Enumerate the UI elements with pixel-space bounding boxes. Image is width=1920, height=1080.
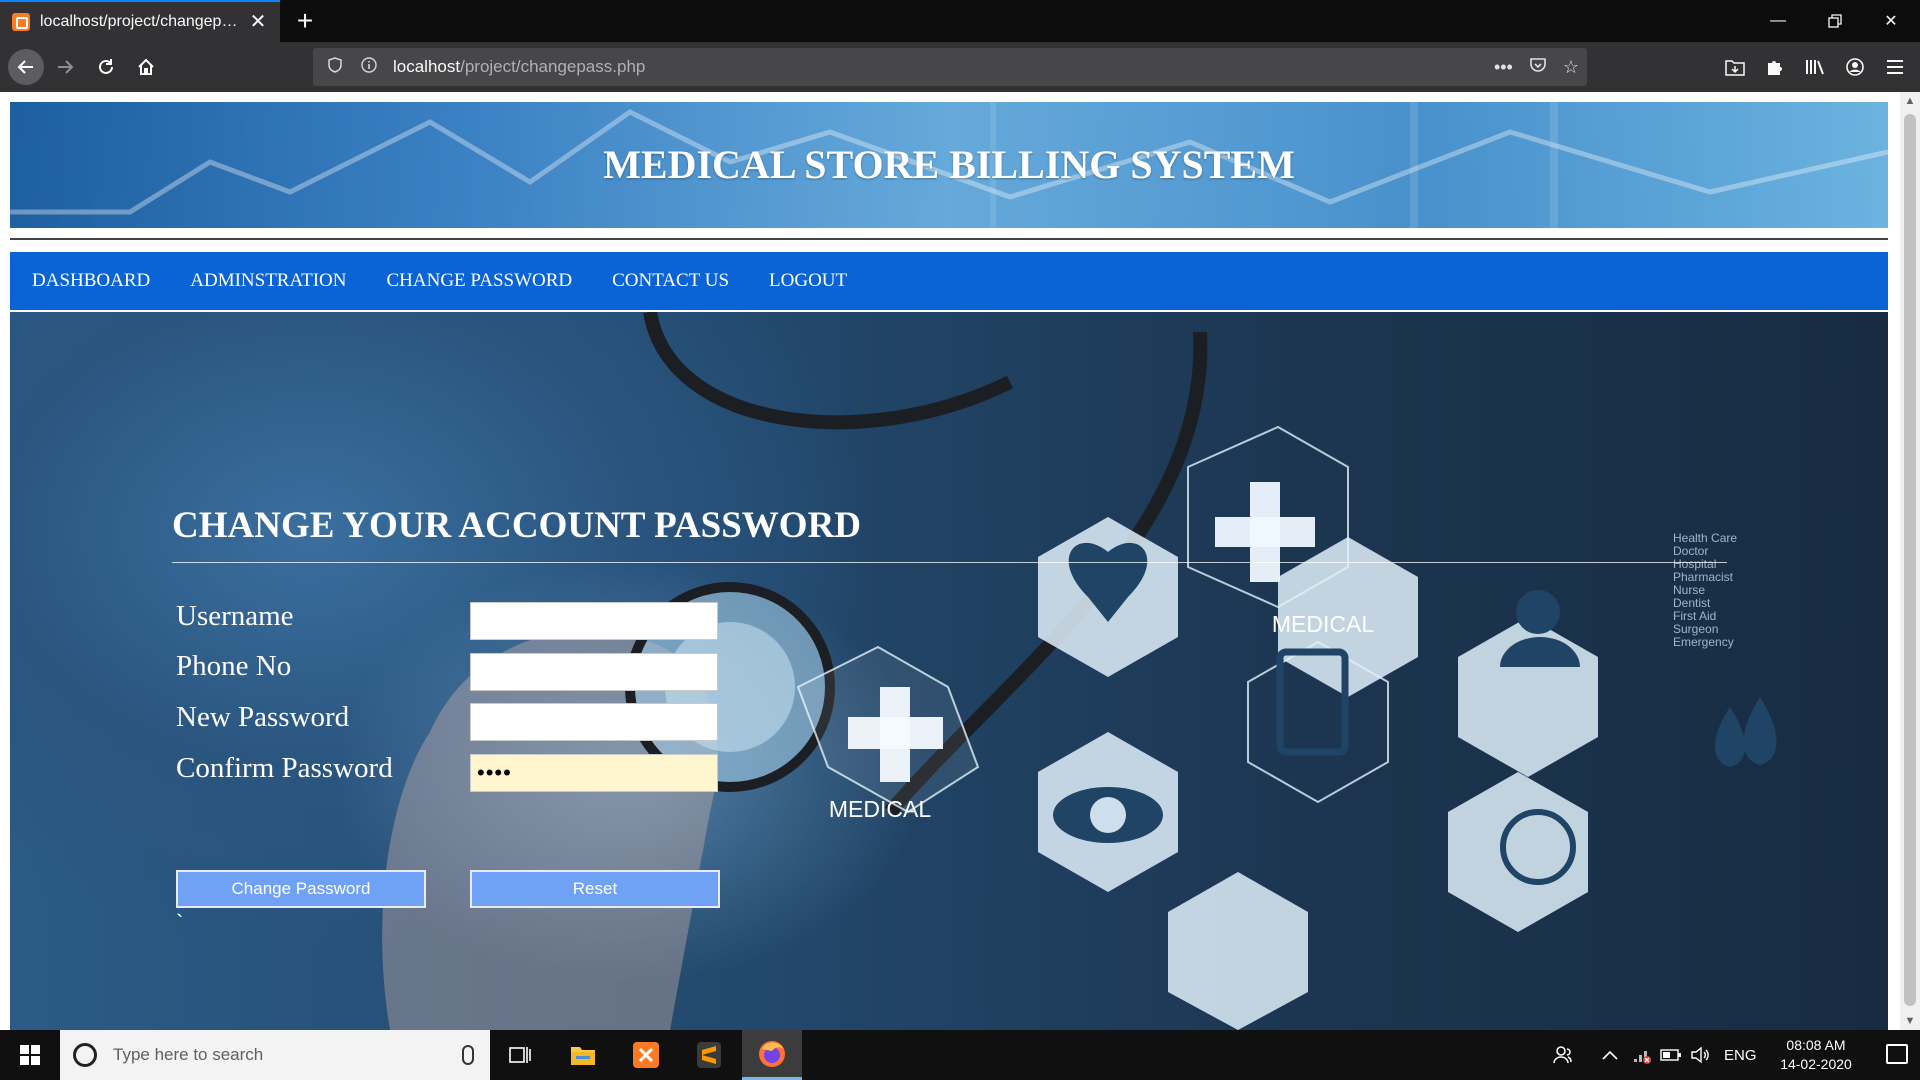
show-hidden-icons-chevron-icon[interactable] (1602, 1030, 1618, 1080)
sublime-text-button[interactable] (679, 1030, 739, 1080)
new-password-input[interactable] (470, 703, 718, 741)
file-explorer-icon (571, 1047, 595, 1065)
xampp-icon (633, 1042, 659, 1068)
back-button[interactable] (8, 49, 44, 85)
battery-icon[interactable] (1660, 1030, 1682, 1080)
header-divider (10, 238, 1888, 240)
phone-label: Phone No (176, 650, 292, 682)
side-list-item: Dentist (1673, 596, 1711, 610)
reload-icon (99, 59, 113, 74)
hero-background-image: MEDICAL MEDICAL Health Care Doctor Hospi… (10, 312, 1888, 1030)
medical-hexagon-illustration: MEDICAL MEDICAL Health Care Doctor Hospi… (382, 312, 1777, 1030)
side-list-item: Health Care (1673, 531, 1737, 545)
close-tab-icon[interactable]: ✕ (248, 12, 268, 32)
phone-input[interactable] (470, 653, 718, 691)
home-button[interactable] (129, 50, 163, 84)
confirm-password-input[interactable] (470, 754, 718, 792)
task-view-icon (509, 1047, 531, 1063)
system-clock[interactable]: 08:08 AM 14-02-2020 (1774, 1036, 1858, 1074)
active-tab[interactable]: localhost/project/changepass.p ✕ (0, 0, 280, 42)
microphone-icon[interactable] (462, 1045, 474, 1065)
library-icon[interactable] (1800, 50, 1830, 84)
form-heading: CHANGE YOUR ACCOUNT PASSWORD (172, 505, 862, 546)
page-viewport: MEDICAL STORE BILLING SYSTEM DASHBOARD A… (0, 92, 1920, 1030)
volume-icon[interactable] (1690, 1030, 1710, 1080)
forward-arrow-icon (58, 60, 74, 74)
page-actions-menu-icon[interactable]: ••• (1494, 57, 1513, 78)
windows-taskbar: Type here to search ENG 08:08 AM 14-02-2… (0, 1030, 1920, 1080)
file-explorer-button[interactable] (553, 1030, 613, 1080)
sublime-text-icon (697, 1042, 721, 1068)
username-label: Username (176, 600, 294, 632)
menu-item-adminstration[interactable]: ADMINSTRATION (190, 270, 346, 292)
firefox-icon (759, 1040, 785, 1067)
url-text: localhost/project/changepass.php (393, 57, 646, 76)
site-info-icon[interactable] (357, 57, 381, 77)
taskbar-search-box[interactable]: Type here to search (60, 1030, 490, 1080)
task-view-button[interactable] (490, 1030, 550, 1080)
stray-text: ` (176, 910, 184, 935)
confirm-password-label: Confirm Password (176, 752, 393, 784)
restore-window-button[interactable] (1812, 0, 1858, 42)
firefox-app-button[interactable] (742, 1030, 802, 1080)
header-banner: MEDICAL STORE BILLING SYSTEM (10, 102, 1888, 228)
new-tab-button[interactable]: + (290, 6, 320, 36)
side-list-item: Emergency (1673, 635, 1734, 649)
scroll-up-icon[interactable]: ▲ (1900, 92, 1920, 110)
reset-button[interactable]: Reset (470, 870, 720, 908)
account-icon[interactable] (1840, 50, 1870, 84)
change-password-button[interactable]: Change Password (176, 870, 426, 908)
form-heading-divider (172, 562, 1727, 563)
new-password-label: New Password (176, 701, 350, 733)
windows-logo-icon (20, 1045, 40, 1065)
address-bar[interactable]: localhost/project/changepass.php ••• ☆ (313, 48, 1587, 86)
network-status-icon[interactable] (1632, 1030, 1652, 1080)
side-list-item: First Aid (1673, 609, 1716, 623)
hex-label-medical-left: MEDICAL (829, 796, 931, 822)
close-window-button[interactable]: ✕ (1868, 0, 1914, 42)
xampp-favicon-icon (12, 13, 30, 31)
extensions-puzzle-icon[interactable] (1760, 50, 1790, 84)
vertical-scrollbar[interactable]: ▲ ▼ (1900, 92, 1920, 1030)
clock-time: 08:08 AM (1786, 1037, 1846, 1053)
pocket-icon[interactable] (1529, 57, 1547, 78)
main-menu: DASHBOARD ADMINSTRATION CHANGE PASSWORD … (10, 252, 1888, 310)
reload-button[interactable] (89, 50, 123, 84)
bookmark-star-icon[interactable]: ☆ (1563, 57, 1579, 78)
navigation-toolbar: localhost/project/changepass.php ••• ☆ (0, 42, 1920, 92)
side-list-item: Pharmacist (1673, 570, 1734, 584)
scroll-down-icon[interactable]: ▼ (1900, 1012, 1920, 1030)
xampp-app-button[interactable] (616, 1030, 676, 1080)
username-input[interactable] (470, 602, 718, 640)
search-placeholder: Type here to search (113, 1045, 264, 1064)
side-list-item: Surgeon (1673, 622, 1718, 636)
clock-date: 14-02-2020 (1780, 1056, 1852, 1072)
side-list-item: Nurse (1673, 583, 1705, 597)
action-center-notification-icon[interactable] (1886, 1044, 1908, 1064)
tab-title: localhost/project/changepass.p (40, 13, 242, 30)
menu-item-dashboard[interactable]: DASHBOARD (32, 270, 150, 292)
forward-button[interactable] (48, 50, 82, 84)
home-icon (138, 58, 154, 75)
downloads-folder-icon[interactable] (1720, 50, 1750, 84)
hex-label-medical-top: MEDICAL (1272, 611, 1374, 637)
menu-item-logout[interactable]: LOGOUT (769, 270, 847, 292)
back-arrow-icon (17, 60, 33, 74)
hamburger-menu-icon[interactable] (1880, 50, 1910, 84)
tracking-shield-icon[interactable] (323, 57, 347, 77)
scrollbar-thumb[interactable] (1904, 114, 1916, 1006)
site-title: MEDICAL STORE BILLING SYSTEM (603, 142, 1295, 187)
cortana-icon (73, 1043, 97, 1067)
people-icon[interactable] (1553, 1030, 1573, 1080)
side-list-item: Doctor (1673, 544, 1708, 558)
input-language-indicator[interactable]: ENG (1724, 1030, 1757, 1080)
tab-strip: localhost/project/changepass.p ✕ + — ✕ (0, 0, 1920, 42)
side-list-item: Hospital (1673, 557, 1716, 571)
minimize-window-button[interactable]: — (1755, 0, 1801, 42)
menu-item-change-password[interactable]: CHANGE PASSWORD (386, 270, 572, 292)
start-button[interactable] (0, 1030, 60, 1080)
menu-item-contact-us[interactable]: CONTACT US (612, 270, 729, 292)
